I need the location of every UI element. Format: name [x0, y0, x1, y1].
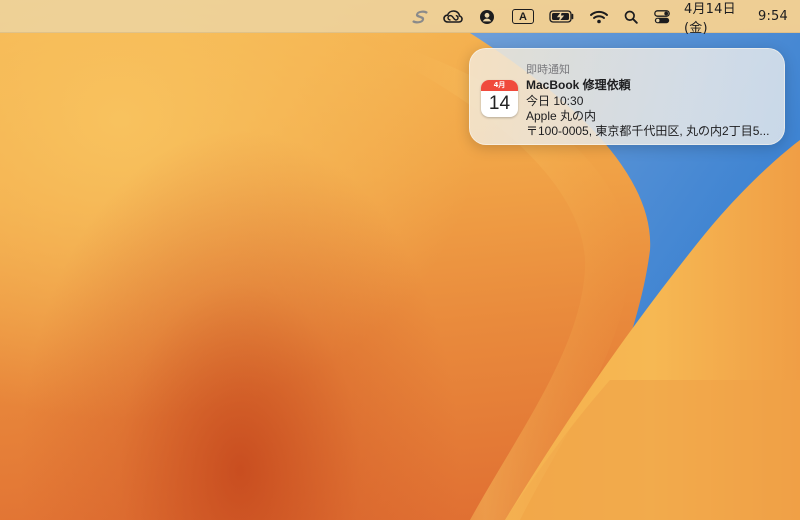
creative-cloud-icon[interactable] — [441, 0, 465, 33]
calendar-icon-day: 14 — [488, 93, 511, 114]
input-source-icon[interactable]: A — [510, 0, 536, 33]
menu-bar: A 4月14日(金) 9:54 — [0, 0, 800, 36]
wifi-icon[interactable] — [588, 0, 610, 33]
user-circle-icon[interactable] — [476, 0, 498, 33]
battery-charging-icon[interactable] — [547, 0, 577, 33]
calendar-notification[interactable]: 4月 14 即時通知 MacBook 修理依頼 今日 10:30 Apple 丸… — [469, 48, 785, 145]
notification-title: MacBook 修理依頼 — [526, 78, 631, 92]
notification-event-address: 〒100-0005, 東京都千代田区, 丸の内2丁目5... — [526, 124, 770, 138]
control-center-icon[interactable] — [651, 0, 673, 33]
notification-app-label: 即時通知 — [526, 64, 570, 76]
menubar-date[interactable]: 4月14日(金) — [684, 0, 756, 36]
calendar-icon-month: 4月 — [481, 80, 518, 91]
input-source-letter: A — [512, 9, 534, 24]
s-app-icon[interactable] — [408, 0, 432, 33]
calendar-app-icon: 4月 14 — [481, 80, 518, 117]
spotlight-search-icon[interactable] — [621, 0, 641, 33]
menubar-time[interactable]: 9:54 — [758, 0, 788, 33]
desktop: A 4月14日(金) 9:54 4月 14 即時通知 MacBook 修理依頼 … — [0, 0, 800, 520]
